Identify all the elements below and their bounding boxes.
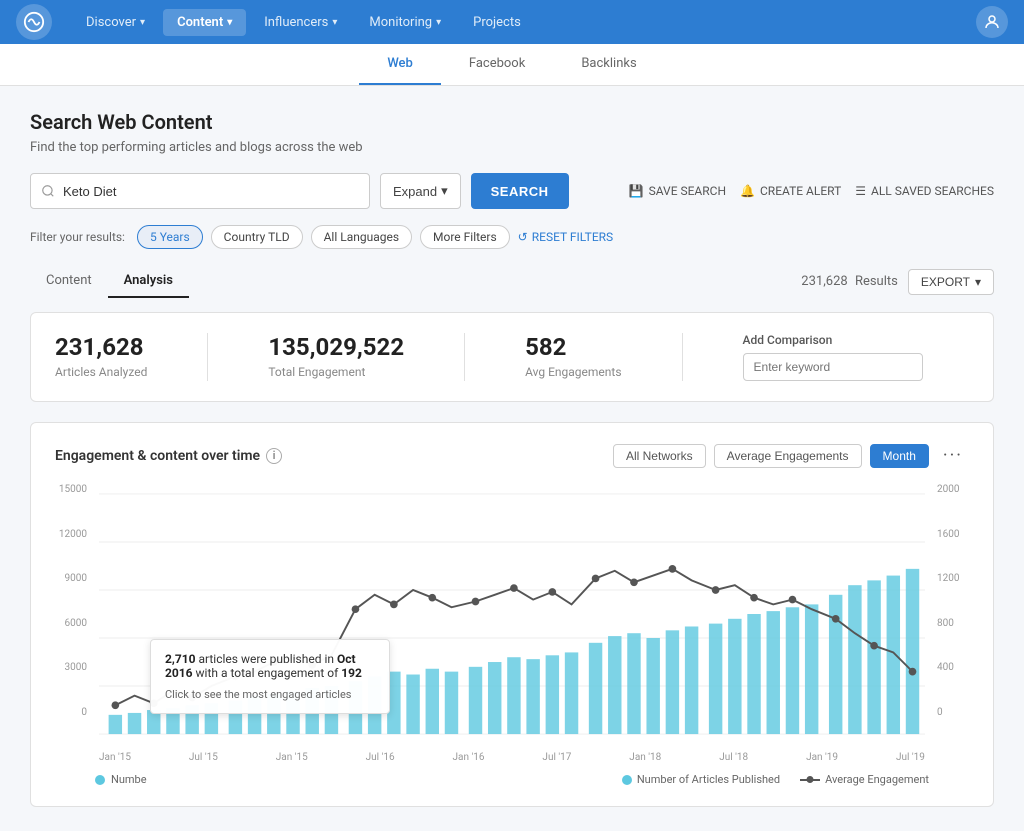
filter-chip-language[interactable]: All Languages [311, 225, 412, 249]
legend-articles: Number of Articles Published [622, 773, 780, 786]
nav-links: Discover ▾ Content ▾ Influencers ▾ Monit… [72, 9, 976, 36]
expand-button[interactable]: Expand ▾ [380, 173, 461, 209]
legend-line-icon [800, 779, 820, 781]
reset-filters-button[interactable]: ↺ RESET FILTERS [518, 230, 614, 244]
tab-backlinks[interactable]: Backlinks [553, 44, 664, 85]
reset-icon: ↺ [518, 230, 528, 244]
legend-articles-icon [622, 775, 632, 785]
chevron-down-icon: ▾ [975, 275, 981, 289]
chevron-down-icon: ▾ [227, 17, 232, 28]
search-input[interactable] [63, 184, 359, 199]
stat-articles-value: 231,628 [55, 333, 147, 361]
chart-card: Engagement & content over time i All Net… [30, 422, 994, 807]
legend-bar-icon [95, 775, 105, 785]
content-tabs-row: Content Analysis 231,628 Results EXPORT … [30, 265, 994, 298]
stat-avg: 582 Avg Engagements [525, 333, 621, 379]
page-title: Search Web Content [30, 110, 994, 134]
legend-engagement: Average Engagement [800, 773, 929, 786]
search-actions: 💾 SAVE SEARCH 🔔 CREATE ALERT ☰ ALL SAVED… [629, 184, 994, 198]
tooltip-text: 2,710 articles were published in Oct 201… [165, 652, 362, 680]
tab-web[interactable]: Web [359, 44, 441, 85]
comparison-input[interactable] [743, 353, 923, 381]
results-count: 231,628 Results EXPORT ▾ [801, 269, 994, 295]
top-nav: Discover ▾ Content ▾ Influencers ▾ Monit… [0, 0, 1024, 44]
chart-legend: Numbe Number of Articles Published Avera… [55, 773, 969, 786]
chevron-down-icon: ▾ [436, 17, 441, 28]
nav-projects[interactable]: Projects [459, 9, 535, 36]
chart-container: 15000 12000 9000 6000 3000 0 2000 1600 1… [55, 484, 969, 748]
chart-title: Engagement & content over time i [55, 448, 282, 464]
search-input-wrap [30, 173, 370, 209]
tab-facebook[interactable]: Facebook [441, 44, 553, 85]
chevron-down-icon: ▾ [140, 17, 145, 28]
chart-btn-month[interactable]: Month [870, 444, 929, 468]
main-content: Search Web Content Find the top performi… [0, 86, 1024, 831]
stat-engagement-label: Total Engagement [268, 365, 404, 379]
create-alert-action[interactable]: 🔔 CREATE ALERT [740, 184, 841, 198]
stat-avg-value: 582 [525, 333, 621, 361]
stats-card: 231,628 Articles Analyzed 135,029,522 To… [30, 312, 994, 402]
save-search-action[interactable]: 💾 SAVE SEARCH [629, 184, 726, 198]
legend-left: Numbe [95, 773, 147, 786]
save-icon: 💾 [629, 184, 644, 198]
sub-tabs: Web Facebook Backlinks [0, 44, 1024, 86]
tab-content[interactable]: Content [30, 265, 108, 298]
export-button[interactable]: EXPORT ▾ [908, 269, 994, 295]
tooltip-hint: Click to see the most engaged articles [165, 688, 375, 701]
filter-label: Filter your results: [30, 230, 125, 244]
search-bar: Expand ▾ SEARCH 💾 SAVE SEARCH 🔔 CREATE A… [30, 173, 994, 209]
filter-chip-more[interactable]: More Filters [420, 225, 510, 249]
stat-engagement-value: 135,029,522 [268, 333, 404, 361]
chevron-down-icon: ▾ [441, 183, 448, 199]
stat-divider-3 [682, 333, 683, 381]
legend-right: Number of Articles Published Average Eng… [622, 773, 929, 786]
chart-btn-networks[interactable]: All Networks [613, 444, 706, 468]
chart-btn-engagements[interactable]: Average Engagements [714, 444, 862, 468]
filter-row: Filter your results: 5 Years Country TLD… [30, 225, 994, 249]
filter-chip-country[interactable]: Country TLD [211, 225, 303, 249]
all-saved-searches-action[interactable]: ☰ ALL SAVED SEARCHES [855, 184, 994, 198]
chevron-down-icon: ▾ [332, 17, 337, 28]
chart-controls: All Networks Average Engagements Month ·… [613, 443, 969, 468]
chart-x-labels: Jan '15 Jul '15 Jan '15 Jul '16 Jan '16 … [55, 748, 969, 763]
stat-engagement: 135,029,522 Total Engagement [268, 333, 404, 379]
filter-chip-5years[interactable]: 5 Years [137, 225, 203, 249]
chart-tooltip: 2,710 articles were published in Oct 201… [150, 639, 390, 714]
info-icon[interactable]: i [266, 448, 282, 464]
search-button[interactable]: SEARCH [471, 173, 569, 209]
nav-monitoring[interactable]: Monitoring ▾ [355, 9, 455, 36]
stat-articles-label: Articles Analyzed [55, 365, 147, 379]
comparison-label: Add Comparison [743, 333, 923, 347]
more-options-icon[interactable]: ··· [937, 443, 969, 468]
stat-articles: 231,628 Articles Analyzed [55, 333, 147, 379]
user-avatar[interactable] [976, 6, 1008, 38]
search-icon [41, 184, 55, 198]
list-icon: ☰ [855, 184, 866, 198]
results-number: 231,628 Results [801, 274, 898, 289]
stat-divider-2 [464, 333, 465, 381]
add-comparison: Add Comparison [743, 333, 923, 381]
stat-avg-label: Avg Engagements [525, 365, 621, 379]
stat-divider-1 [207, 333, 208, 381]
nav-influencers[interactable]: Influencers ▾ [250, 9, 351, 36]
page-subtitle: Find the top performing articles and blo… [30, 140, 994, 155]
y-axis-right: 2000 1600 1200 800 400 0 [933, 484, 977, 718]
alert-icon: 🔔 [740, 184, 755, 198]
tab-analysis[interactable]: Analysis [108, 265, 189, 298]
chart-header: Engagement & content over time i All Net… [55, 443, 969, 468]
nav-discover[interactable]: Discover ▾ [72, 9, 159, 36]
y-axis-left: 15000 12000 9000 6000 3000 0 [47, 484, 91, 718]
nav-content[interactable]: Content ▾ [163, 9, 246, 36]
logo[interactable] [16, 4, 52, 40]
